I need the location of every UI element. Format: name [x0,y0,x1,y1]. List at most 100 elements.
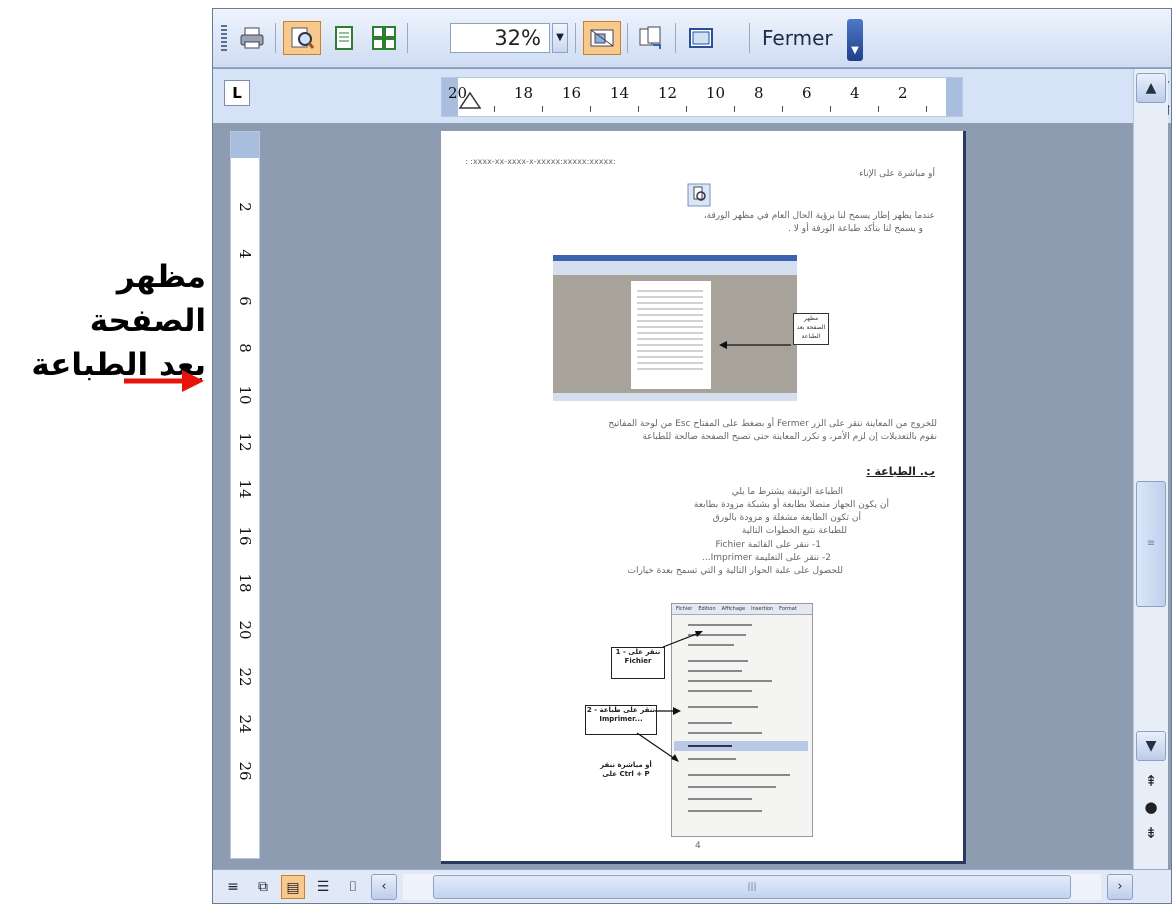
ruler-number: 12 [236,432,254,452]
chevron-down-icon: ▼ [1145,738,1157,754]
ruler-number: 10 [236,385,254,405]
scroll-right-button[interactable]: › [1107,874,1133,900]
vertical-scrollbar[interactable]: ▲ ≡ ▼ ⇞ ● ⇟ [1133,69,1168,903]
ruler-tick [686,106,687,112]
chevron-down-icon: ▼ [851,45,859,56]
chevron-down-icon: ▼ [556,32,564,43]
previous-page-button[interactable]: ⇞ [1138,769,1164,793]
ruler-number: 6 [236,296,254,306]
toolbar-grip[interactable] [221,25,227,51]
print-preview-toolbar: 32% ▼ Fermer ▼ [213,9,1171,68]
ruler-number: 26 [236,761,254,781]
annotation-line-1: مظهر الصفحة [89,259,206,339]
chevron-right-icon: › [1117,879,1123,894]
outline-view-button[interactable]: ☰ [311,875,335,899]
red-arrow-icon [124,370,204,392]
outline-view-icon: ☰ [316,879,330,895]
ruler-number: 20 [448,84,468,102]
next-page-button[interactable]: ⇟ [1138,821,1164,845]
ruler-number: 14 [610,84,630,102]
view-ruler-icon [590,29,614,47]
ruler-tick [878,106,879,112]
magnifier-icon [291,27,315,49]
view-bar: ≡ ⧉ ▤ ☰ ⌷ ‹ ||| › [213,869,1171,903]
ruler-bar: L 20 18 16 14 12 10 8 6 4 2 [213,69,1171,123]
select-browse-object-button[interactable]: ● [1138,795,1164,819]
ruler-number: 20 [236,620,254,640]
tab-selector[interactable]: L [224,80,250,106]
reading-view-icon: ⌷ [348,879,358,895]
scroll-left-button[interactable]: ‹ [371,874,397,900]
magnifier-button[interactable] [283,21,321,55]
ruler-number: 8 [236,343,254,353]
reading-view-button[interactable]: ⌷ [341,875,365,899]
toolbar-separator [627,23,628,53]
zoom-dropdown-button[interactable]: ▼ [552,23,568,53]
full-screen-icon [689,28,713,48]
multiple-pages-button[interactable] [367,21,401,55]
scroll-up-button[interactable]: ▲ [1136,73,1166,103]
ruler-tick [542,106,543,112]
zoom-input[interactable]: 32% [450,23,550,53]
multiple-pages-icon [372,26,396,50]
toolbar-options-button[interactable]: ▼ [847,19,863,61]
view-ruler-button[interactable] [583,21,621,55]
ruler-number: 12 [658,84,678,102]
toolbar-separator [749,23,750,53]
scroll-down-button[interactable]: ▼ [1136,731,1166,761]
callout-arrows [636,631,703,762]
shrink-to-fit-button[interactable] [633,21,669,55]
one-page-icon [335,26,353,50]
ruler-number: 24 [236,714,254,734]
ruler-number: 22 [236,667,254,687]
print-layout-view-button[interactable]: ▤ [281,875,305,899]
vertical-scroll-thumb[interactable]: ≡ [1136,481,1166,607]
document-page[interactable]: : :xxxx-xx-xxxx-x-xxxxx:xxxxx:xxxxx: أو … [441,131,966,864]
toolbar-separator [575,23,576,53]
ruler-number: 16 [562,84,582,102]
ruler-number: 2 [898,84,908,102]
toolbar-separator [675,23,676,53]
page-number: 4 [695,841,701,851]
horizontal-scroll-thumb[interactable]: ||| [433,875,1071,899]
print-button[interactable] [235,21,269,55]
vertical-ruler[interactable]: 2 4 6 8 10 12 14 16 18 20 22 24 26 [230,131,260,859]
shrink-to-fit-icon [639,26,661,49]
ruler-tick [782,106,783,112]
ruler-number: 4 [236,249,254,259]
ruler-number: 18 [514,84,534,102]
ruler-tick [734,106,735,112]
normal-view-button[interactable]: ≡ [221,875,245,899]
ruler-tick [590,106,591,112]
print-preview-window: 32% ▼ Fermer ▼ L 20 18 16 14 12 10 8 6 4… [212,8,1172,904]
horizontal-ruler[interactable]: 20 18 16 14 12 10 8 6 4 2 [441,77,1170,117]
ruler-tick [926,106,927,112]
ruler-tick [494,106,495,112]
browse-object-icon: ● [1144,798,1158,816]
toolbar-separator [275,23,276,53]
web-view-button[interactable]: ⧉ [251,875,275,899]
horizontal-scrollbar[interactable]: ||| [403,874,1101,900]
chevron-left-icon: ‹ [381,879,387,894]
double-down-arrow-icon: ⇟ [1144,824,1158,842]
ruler-margin-top [231,132,259,158]
close-preview-button[interactable]: Fermer [756,21,839,55]
print-icon [240,27,264,49]
double-up-arrow-icon: ⇞ [1144,772,1158,790]
ruler-number: 8 [754,84,764,102]
print-layout-icon: ▤ [286,880,300,896]
toolbar-separator [407,23,408,53]
ruler-number: 10 [706,84,726,102]
full-screen-button[interactable] [683,21,719,55]
ruler-tick [830,106,831,112]
ruler-number: 6 [802,84,812,102]
web-view-icon: ⧉ [258,879,268,895]
one-page-button[interactable] [327,21,361,55]
ruler-number: 18 [236,573,254,593]
ruler-margin-right [946,78,962,116]
chevron-up-icon: ▲ [1145,80,1157,96]
ruler-tick [638,106,639,112]
ruler-number: 2 [236,202,254,212]
ruler-number: 16 [236,526,254,546]
ruler-number: 4 [850,84,860,102]
